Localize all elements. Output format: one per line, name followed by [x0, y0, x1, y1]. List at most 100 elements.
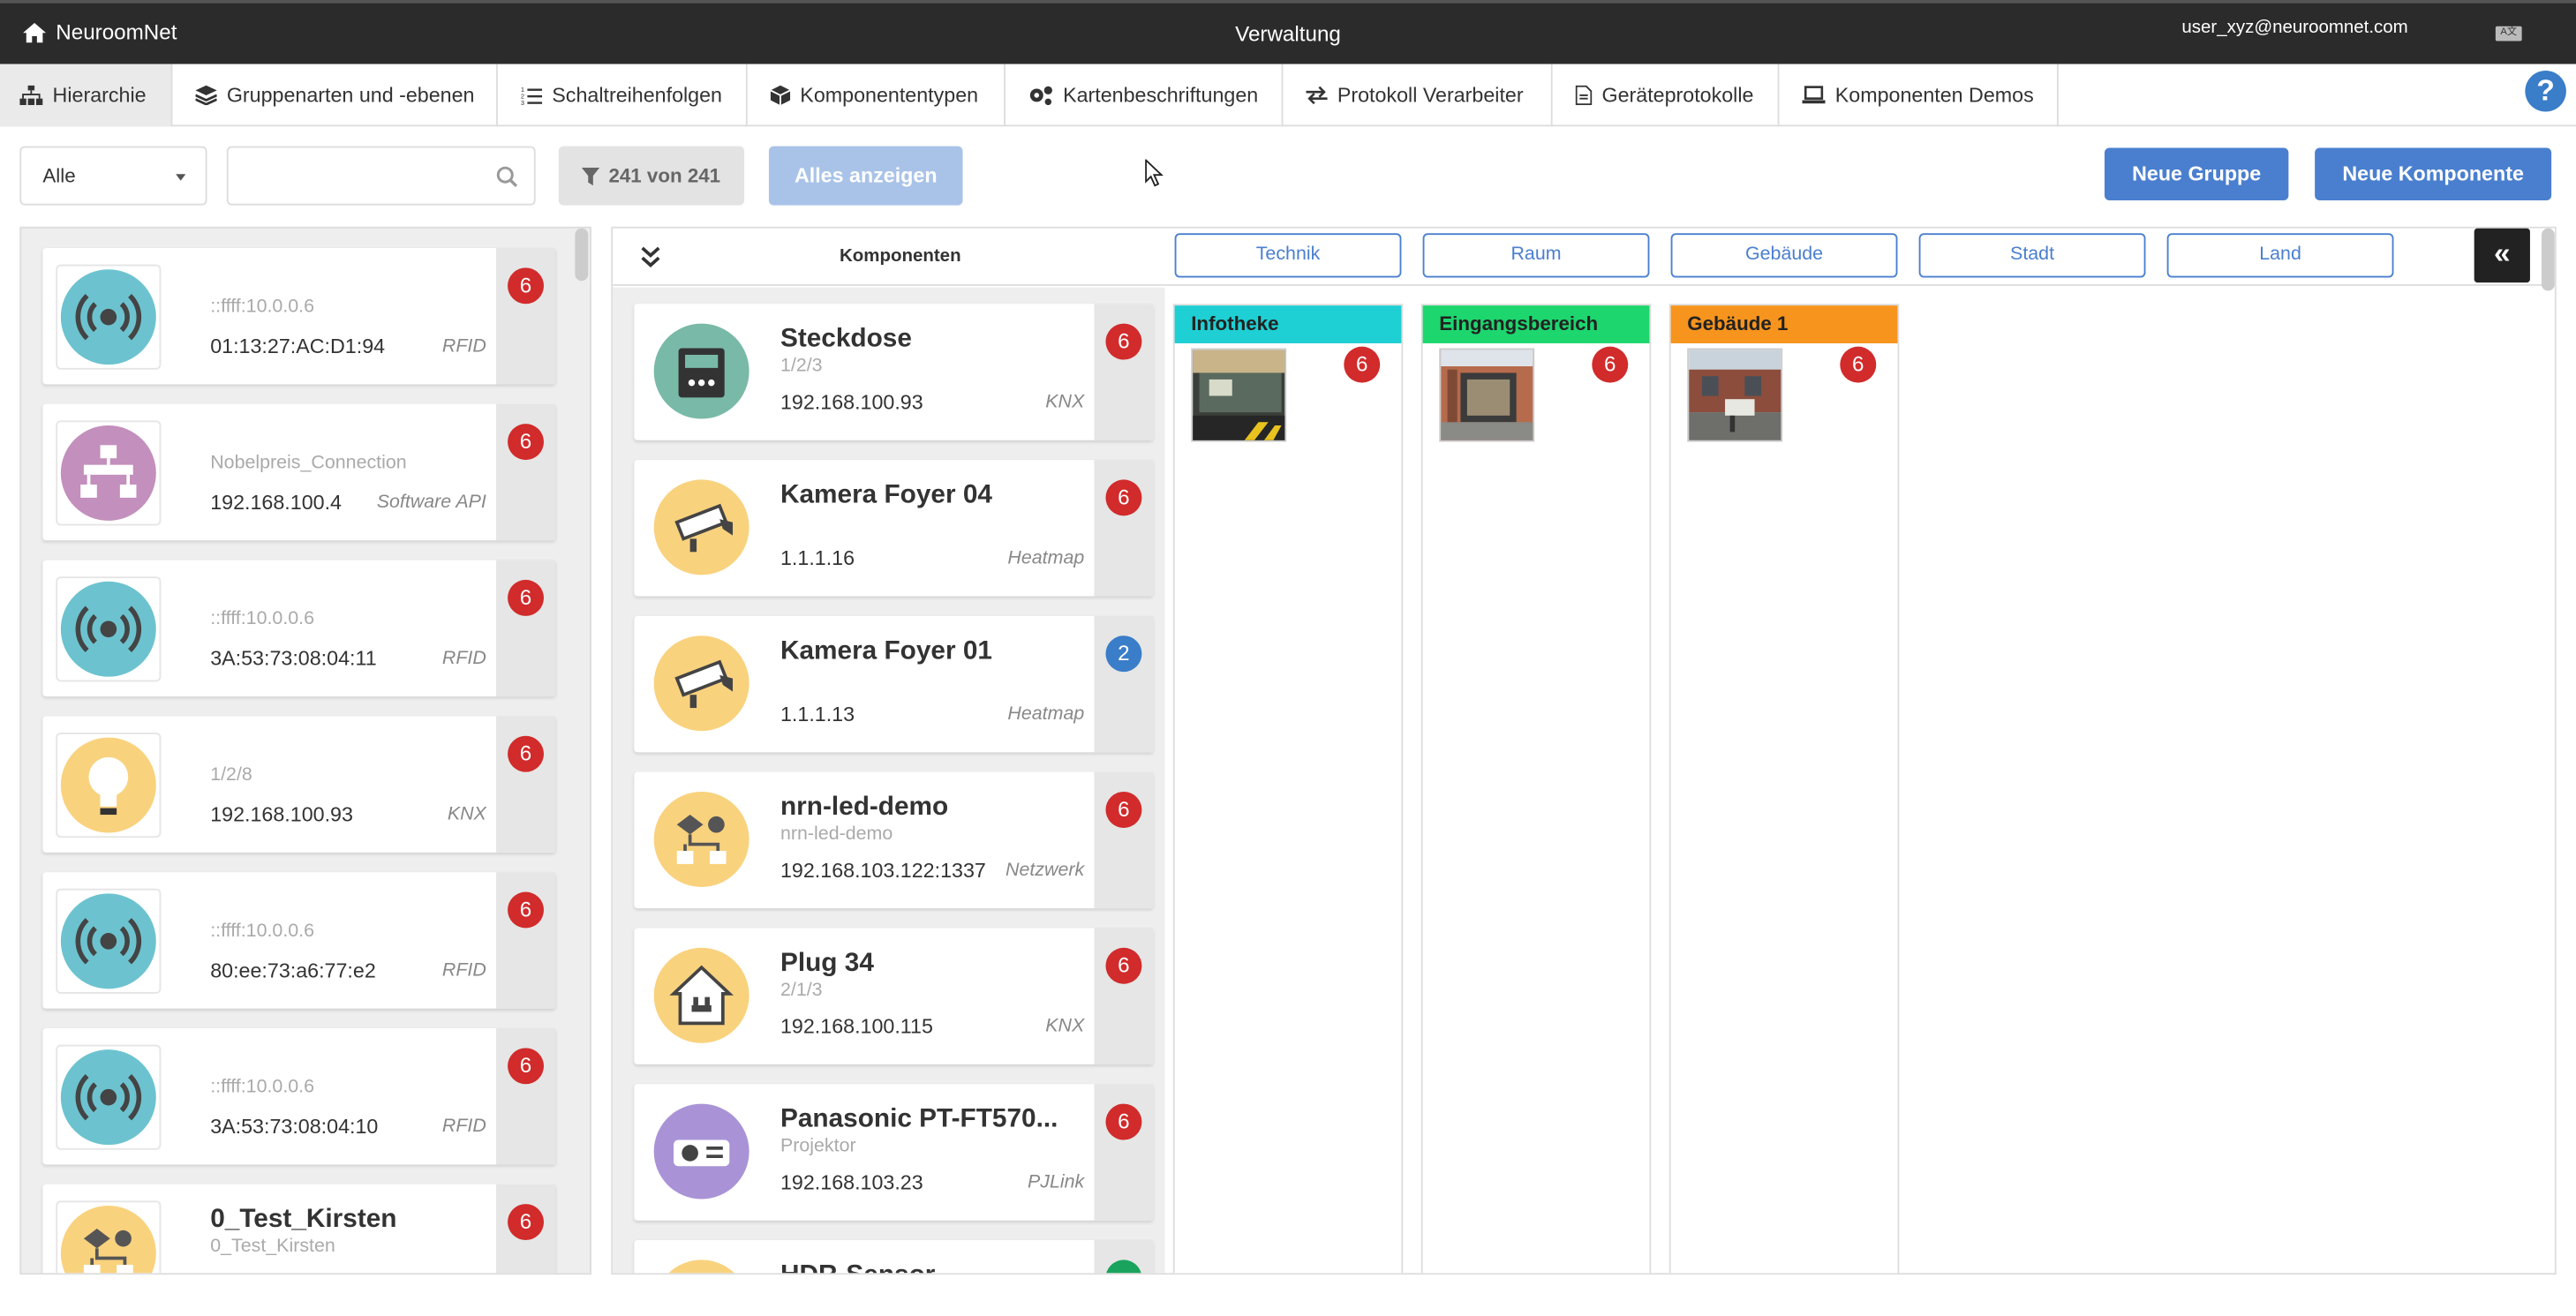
- group-title[interactable]: Eingangsbereich: [1422, 305, 1650, 343]
- tab-label: Kartenbeschriftungen: [1063, 83, 1259, 107]
- component-protocol: Software API: [376, 493, 486, 513]
- svg-text:3: 3: [521, 99, 524, 105]
- component-subtitle: 1/2/8: [210, 765, 252, 786]
- sitemap-icon: [19, 85, 43, 106]
- top-bar: NeuroomNet Verwaltung user_xyz@neuroomne…: [0, 0, 2576, 64]
- status-badge[interactable]: 6: [508, 1048, 544, 1085]
- list-item[interactable]: 0_Test_Kirsten 0_Test_Kirsten 6: [42, 1184, 556, 1274]
- list-item[interactable]: ::ffff:10.0.0.6 01:13:27:AC:D1:94 RFID 6: [42, 248, 556, 385]
- double-chevron-down-icon[interactable]: [641, 246, 660, 268]
- components-column: Steckdose 1/2/3 192.168.100.93 KNX 6 Kamera F…: [613, 287, 1165, 1274]
- filter-stadt[interactable]: Stadt: [1918, 233, 2146, 278]
- group-title[interactable]: Infotheke: [1174, 305, 1402, 343]
- status-badge[interactable]: 6: [1344, 346, 1381, 383]
- component-protocol: RFID: [441, 960, 486, 981]
- app-window: NeuroomNet Verwaltung user_xyz@neuroomne…: [0, 0, 2576, 1310]
- user-email[interactable]: user_xyz@neuroomnet.com: [2181, 18, 2407, 37]
- group-title[interactable]: Gebäude 1: [1670, 305, 1898, 343]
- new-group-button[interactable]: Neue Gruppe: [2104, 147, 2289, 201]
- component-protocol: Netzwerk: [1006, 861, 1085, 881]
- component-protocol: KNX: [1045, 392, 1085, 413]
- group-photo: [1439, 348, 1535, 442]
- new-component-button[interactable]: Neue Komponente: [2315, 147, 2552, 201]
- status-badge[interactable]: 6: [508, 735, 544, 772]
- component-subtitle: ::ffff:10.0.0.6: [210, 1077, 315, 1098]
- status-badge[interactable]: 6: [508, 424, 544, 461]
- board-header: Komponenten Technik Raum Gebäude Stadt L…: [613, 228, 2555, 286]
- status-badge[interactable]: 6: [1105, 792, 1142, 828]
- component-name: 0_Test_Kirsten: [210, 1205, 397, 1234]
- status-badge[interactable]: 2: [1105, 635, 1142, 673]
- laptop-icon: [1802, 86, 1826, 104]
- status-badge[interactable]: 6: [508, 891, 544, 929]
- tab-bar: Hierarchie Gruppenarten und -ebenen 123 …: [0, 64, 2576, 127]
- group-column[interactable]: Infotheke 6: [1172, 304, 1404, 1274]
- component-subtitle: Nobelpreis_Connection: [210, 453, 407, 473]
- status-badge[interactable]: 6: [1105, 479, 1142, 516]
- language-icon[interactable]: A文: [2495, 26, 2522, 41]
- component-card[interactable]: Panasonic PT-FT570... Projektor 192.168.10…: [634, 1084, 1154, 1221]
- component-card[interactable]: Kamera Foyer 04 1.1.1.16 Heatmap 6: [634, 460, 1154, 597]
- component-card[interactable]: Plug 34 2/1/3 192.168.100.115 KNX 6: [634, 928, 1154, 1064]
- rfid-icon: [60, 1049, 156, 1146]
- list-item[interactable]: ::ffff:10.0.0.6 3A:53:73:08:04:11 RFID 6: [42, 560, 556, 697]
- search-field[interactable]: [226, 146, 536, 206]
- board-scrollbar[interactable]: [2541, 228, 2555, 291]
- component-protocol: RFID: [441, 1117, 486, 1137]
- list-item[interactable]: ::ffff:10.0.0.6 3A:53:73:08:04:10 RFID 6: [42, 1027, 556, 1165]
- component-protocol: RFID: [441, 649, 486, 669]
- status-badge[interactable]: 6: [1105, 1103, 1142, 1140]
- status-badge[interactable]: 6: [1105, 947, 1142, 984]
- tab-komponententypen[interactable]: Komponententypen: [750, 64, 1006, 127]
- tab-schaltreihenfolgen[interactable]: 123 Schaltreihenfolgen: [501, 64, 748, 127]
- component-subtitle: ::ffff:10.0.0.6: [210, 609, 315, 629]
- component-protocol: RFID: [441, 336, 486, 357]
- tab-hierarchie[interactable]: Hierarchie: [0, 64, 173, 127]
- filter-raum[interactable]: Raum: [1422, 233, 1650, 278]
- type-select[interactable]: Alle: [19, 146, 207, 206]
- status-badge[interactable]: 6: [508, 267, 544, 305]
- tab-geraeteprotokolle[interactable]: Geräteprotokolle: [1555, 64, 1780, 127]
- component-card[interactable]: nrn-led-demo nrn-led-demo 192.168.103.122:…: [634, 771, 1154, 909]
- component-card[interactable]: Kamera Foyer 01 1.1.1.13 Heatmap 2: [634, 615, 1154, 753]
- status-badge[interactable]: 6: [508, 579, 544, 616]
- component-name: Kamera Foyer 04: [780, 481, 992, 509]
- tab-protokoll-verarbeiter[interactable]: Protokoll Verarbeiter: [1286, 64, 1553, 127]
- rfid-icon: [60, 581, 156, 677]
- status-badge[interactable]: 6: [1105, 323, 1142, 360]
- group-column[interactable]: Gebäude 16: [1668, 304, 1900, 1274]
- tab-kartenbeschriftungen[interactable]: Kartenbeschriftungen: [1009, 64, 1284, 127]
- filter-gebaeude[interactable]: Gebäude: [1670, 233, 1898, 278]
- collapse-button[interactable]: «: [2474, 228, 2530, 283]
- flow-icon: [653, 792, 749, 887]
- status-badge[interactable]: 6: [508, 1204, 544, 1241]
- cube-icon: [770, 85, 791, 106]
- filter-count-button[interactable]: 241 von 241: [558, 146, 745, 206]
- left-scrollbar[interactable]: [575, 228, 589, 282]
- camera-icon: [653, 479, 749, 575]
- components-column-label: Komponenten: [839, 246, 961, 267]
- component-subtitle: Projektor: [780, 1136, 856, 1157]
- filter-technik[interactable]: Technik: [1174, 233, 1402, 278]
- component-card[interactable]: Steckdose 1/2/3 192.168.100.93 KNX 6: [634, 304, 1154, 440]
- tab-komponenten-demos[interactable]: Komponenten Demos: [1782, 64, 2059, 127]
- list-item[interactable]: 1/2/8 192.168.100.93 KNX 6: [42, 716, 556, 853]
- status-badge[interactable]: 6: [1592, 346, 1629, 383]
- component-name: Plug 34: [780, 949, 874, 978]
- search-input[interactable]: [237, 147, 485, 204]
- group-column[interactable]: Eingangsbereich 6: [1420, 304, 1652, 1274]
- status-badge[interactable]: 6: [1840, 346, 1877, 383]
- left-component-list[interactable]: ::ffff:10.0.0.6 01:13:27:AC:D1:94 RFID 6 Nob…: [19, 226, 591, 1275]
- tab-label: Geräteprotokolle: [1601, 83, 1754, 107]
- list-item[interactable]: Nobelpreis_Connection 192.168.100.4 Softwa…: [42, 403, 556, 541]
- component-protocol: Heatmap: [1007, 704, 1085, 725]
- list-item[interactable]: ::ffff:10.0.0.6 80:ee:73:a6:77:e2 RFID 6: [42, 872, 556, 1009]
- show-all-button[interactable]: Alles anzeigen: [768, 146, 963, 206]
- tab-label: Protokoll Verarbeiter: [1337, 83, 1524, 107]
- filter-land[interactable]: Land: [2166, 233, 2394, 278]
- camera-icon: [653, 635, 749, 732]
- gears-icon: [1029, 86, 1052, 106]
- tab-gruppenarten[interactable]: Gruppenarten und -ebenen: [176, 64, 498, 127]
- help-button[interactable]: ?: [2525, 71, 2566, 112]
- component-card[interactable]: HDR-Sensor: [634, 1240, 1154, 1274]
